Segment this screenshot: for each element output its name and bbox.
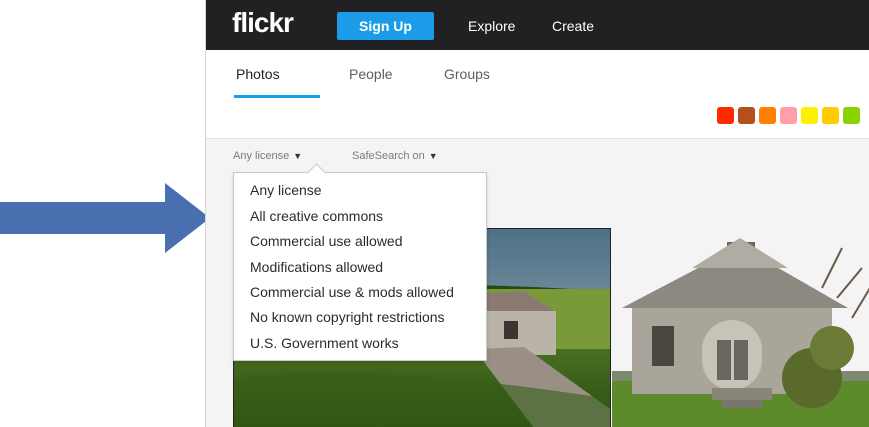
- search-tabs: Photos People Groups: [206, 50, 869, 99]
- flickr-logo[interactable]: flickr: [232, 7, 294, 39]
- color-swatch-pink[interactable]: [780, 107, 797, 124]
- schoolhouse-photo: [612, 228, 869, 427]
- tab-groups[interactable]: Groups: [444, 66, 490, 82]
- pointer-arrow-icon: [0, 183, 210, 253]
- license-option-us-government[interactable]: U.S. Government works: [250, 335, 399, 351]
- flickr-search-page: flickr Sign Up Explore Create Photos Peo…: [205, 0, 869, 427]
- safesearch-label: SafeSearch on: [352, 150, 425, 162]
- tab-people[interactable]: People: [349, 66, 393, 82]
- color-filter-row: [206, 98, 869, 139]
- license-option-creative-commons[interactable]: All creative commons: [250, 208, 383, 224]
- license-filter-dropdown[interactable]: Any license ▼: [233, 150, 302, 162]
- tab-photos[interactable]: Photos: [236, 66, 280, 82]
- caret-down-icon: ▼: [293, 151, 303, 161]
- color-swatch-green[interactable]: [843, 107, 860, 124]
- license-menu: Any license All creative commons Commerc…: [233, 163, 487, 361]
- license-option-modifications[interactable]: Modifications allowed: [250, 259, 383, 275]
- license-option-commercial-mods[interactable]: Commercial use & mods allowed: [250, 284, 454, 300]
- color-swatch-yellow[interactable]: [801, 107, 818, 124]
- color-swatch-gold[interactable]: [822, 107, 839, 124]
- photo-result-2[interactable]: [612, 228, 869, 427]
- nav-create[interactable]: Create: [552, 18, 594, 34]
- color-swatch-orange[interactable]: [759, 107, 776, 124]
- safesearch-dropdown[interactable]: SafeSearch on ▼: [352, 150, 438, 162]
- sign-up-button[interactable]: Sign Up: [337, 12, 434, 40]
- license-option-no-known-restrictions[interactable]: No known copyright restrictions: [250, 309, 445, 325]
- color-swatch-red[interactable]: [717, 107, 734, 124]
- license-option-any[interactable]: Any license: [250, 182, 322, 198]
- caret-down-icon: ▼: [428, 151, 438, 161]
- top-navbar: flickr Sign Up Explore Create: [206, 0, 869, 50]
- license-filter-label: Any license: [233, 150, 290, 162]
- color-swatch-brown[interactable]: [738, 107, 755, 124]
- nav-explore[interactable]: Explore: [468, 18, 515, 34]
- license-option-commercial[interactable]: Commercial use allowed: [250, 233, 403, 249]
